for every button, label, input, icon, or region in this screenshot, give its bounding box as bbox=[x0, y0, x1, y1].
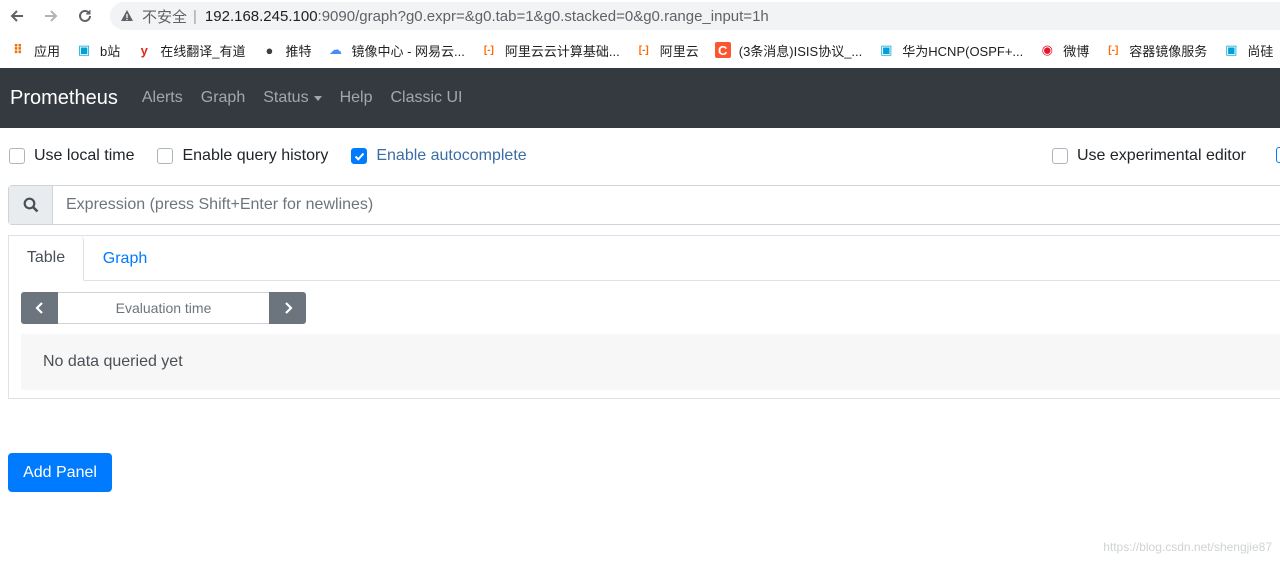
youdao-icon: y bbox=[140, 42, 148, 58]
chevron-right-icon bbox=[284, 302, 293, 314]
use-local-time-checkbox[interactable] bbox=[9, 148, 25, 164]
aliyun-icon: [-] bbox=[1108, 44, 1119, 56]
bookmark-label: 华为HCNP(OSPF+... bbox=[902, 43, 1024, 59]
query-panel: Table Graph Evaluation time No data quer… bbox=[8, 235, 1280, 399]
nav-status-dropdown[interactable]: Status bbox=[263, 89, 322, 107]
aliyun-icon: [-] bbox=[483, 44, 494, 56]
tab-graph[interactable]: Graph bbox=[85, 236, 165, 281]
bookmark-label: 推特 bbox=[285, 43, 312, 59]
globe-icon: ● bbox=[265, 42, 274, 58]
bookmark-item[interactable]: ◉ 微博 bbox=[1039, 41, 1090, 60]
chevron-left-icon bbox=[34, 302, 43, 314]
watermark: https://blog.csdn.net/shengjie87 bbox=[1103, 540, 1272, 554]
enable-query-history-checkbox[interactable] bbox=[157, 148, 174, 164]
tab-table[interactable]: Table bbox=[9, 236, 84, 281]
evaluation-time-group: Evaluation time bbox=[21, 292, 306, 324]
bookmark-label: 镜像中心 - 网易云... bbox=[351, 43, 465, 59]
enable-query-history-label: Enable query history bbox=[182, 147, 329, 164]
brand-logo[interactable]: Prometheus bbox=[10, 87, 118, 110]
bookmark-label: 阿里云云计算基础... bbox=[504, 43, 620, 59]
use-experimental-editor-option[interactable]: Use experimental editor bbox=[1052, 147, 1246, 165]
nav-graph[interactable]: Graph bbox=[201, 89, 245, 107]
forward-arrow-icon[interactable] bbox=[40, 5, 62, 27]
checkmark-icon bbox=[354, 152, 365, 161]
bookmark-item[interactable]: y 在线翻译_有道 bbox=[136, 41, 246, 60]
partial-checkbox[interactable] bbox=[1276, 147, 1280, 163]
url-host: 192.168.245.100 bbox=[204, 7, 318, 25]
prev-time-button[interactable] bbox=[21, 292, 58, 324]
bookmark-label: 应用 bbox=[34, 43, 61, 59]
search-icon bbox=[23, 197, 38, 213]
bookmark-item[interactable]: ⠿ 应用 bbox=[10, 41, 60, 60]
expression-input-group bbox=[8, 185, 1280, 225]
bookmark-label: 尚硅 bbox=[1247, 43, 1274, 59]
bookmarks-bar: ⠿ 应用 ▣ b站 y 在线翻译_有道 ● 推特 ☁ 镜像中心 - 网易云... [-] 阿里云云计算… bbox=[0, 32, 1280, 68]
insecure-label: 不安全 bbox=[142, 8, 188, 26]
bookmark-label: 微博 bbox=[1063, 43, 1090, 59]
bookmark-item[interactable]: ● 推特 bbox=[261, 41, 312, 60]
bookmark-label: b站 bbox=[100, 43, 121, 59]
enable-query-history-option[interactable]: Enable query history bbox=[157, 147, 328, 165]
apps-grid-icon: ⠿ bbox=[12, 42, 24, 57]
bookmark-label: 在线翻译_有道 bbox=[160, 43, 246, 59]
caret-down-icon bbox=[313, 95, 322, 101]
weibo-icon: ◉ bbox=[1041, 42, 1053, 57]
bilibili-icon: ▣ bbox=[77, 42, 91, 57]
bookmark-item[interactable]: [-] 容器镜像服务 bbox=[1105, 41, 1207, 60]
csdn-icon: C bbox=[714, 42, 731, 58]
bookmark-item[interactable]: ▣ 华为HCNP(OSPF+... bbox=[878, 41, 1023, 60]
panel-tabs: Table Graph bbox=[9, 236, 1280, 281]
aliyun-icon: [-] bbox=[638, 44, 649, 56]
bilibili-icon: ▣ bbox=[880, 42, 893, 57]
options-row: Use local time Enable query history Enab… bbox=[0, 128, 1280, 184]
bookmark-label: 容器镜像服务 bbox=[1129, 43, 1208, 59]
bookmark-item[interactable]: ▣ 尚硅 bbox=[1223, 41, 1273, 60]
reload-icon[interactable] bbox=[74, 5, 96, 27]
bookmark-item[interactable]: ▣ b站 bbox=[76, 41, 120, 60]
back-arrow-icon[interactable] bbox=[6, 5, 28, 27]
add-panel-button[interactable]: Add Panel bbox=[8, 453, 112, 492]
bilibili-icon: ▣ bbox=[1225, 42, 1238, 57]
bookmark-label: (3条消息)ISIS协议_... bbox=[738, 43, 863, 59]
next-time-button[interactable] bbox=[269, 292, 306, 324]
bookmark-label: 阿里云 bbox=[659, 43, 699, 59]
bookmark-item[interactable]: [-] 阿里云云计算基础... bbox=[481, 41, 620, 60]
use-experimental-editor-checkbox[interactable] bbox=[1052, 148, 1068, 164]
use-experimental-editor-label: Use experimental editor bbox=[1077, 147, 1246, 164]
url-bar[interactable]: 不安全 | 192.168.245.100 :9090/graph?g0.exp… bbox=[110, 2, 1280, 30]
expression-input[interactable] bbox=[53, 186, 1280, 224]
browser-address-bar: 不安全 | 192.168.245.100 :9090/graph?g0.exp… bbox=[0, 0, 1280, 32]
bookmark-item[interactable]: ☁ 镜像中心 - 网易云... bbox=[328, 41, 465, 60]
no-data-message: No data queried yet bbox=[21, 334, 1280, 390]
nav-help[interactable]: Help bbox=[340, 89, 373, 107]
search-button[interactable] bbox=[9, 186, 53, 224]
warning-icon bbox=[121, 10, 133, 21]
bookmark-item[interactable]: [-] 阿里云 bbox=[636, 41, 699, 60]
navbar: Prometheus Alerts Graph Status Help Clas… bbox=[0, 68, 1280, 128]
enable-autocomplete-option[interactable]: Enable autocomplete bbox=[351, 147, 527, 165]
enable-autocomplete-label: Enable autocomplete bbox=[376, 147, 527, 164]
use-local-time-option[interactable]: Use local time bbox=[9, 147, 134, 165]
nav-alerts[interactable]: Alerts bbox=[142, 89, 183, 107]
url-separator: | bbox=[193, 7, 197, 25]
url-path: :9090/graph?g0.expr=&g0.tab=1&g0.stacked… bbox=[317, 7, 769, 25]
nav-status-label: Status bbox=[263, 89, 309, 106]
nav-classic-ui[interactable]: Classic UI bbox=[390, 89, 462, 107]
evaluation-time-input[interactable]: Evaluation time bbox=[58, 292, 269, 324]
cloud-icon: ☁ bbox=[329, 42, 342, 57]
use-local-time-label: Use local time bbox=[34, 147, 135, 164]
enable-autocomplete-checkbox[interactable] bbox=[351, 148, 368, 164]
bookmark-item[interactable]: C (3条消息)ISIS协议_... bbox=[714, 41, 863, 60]
